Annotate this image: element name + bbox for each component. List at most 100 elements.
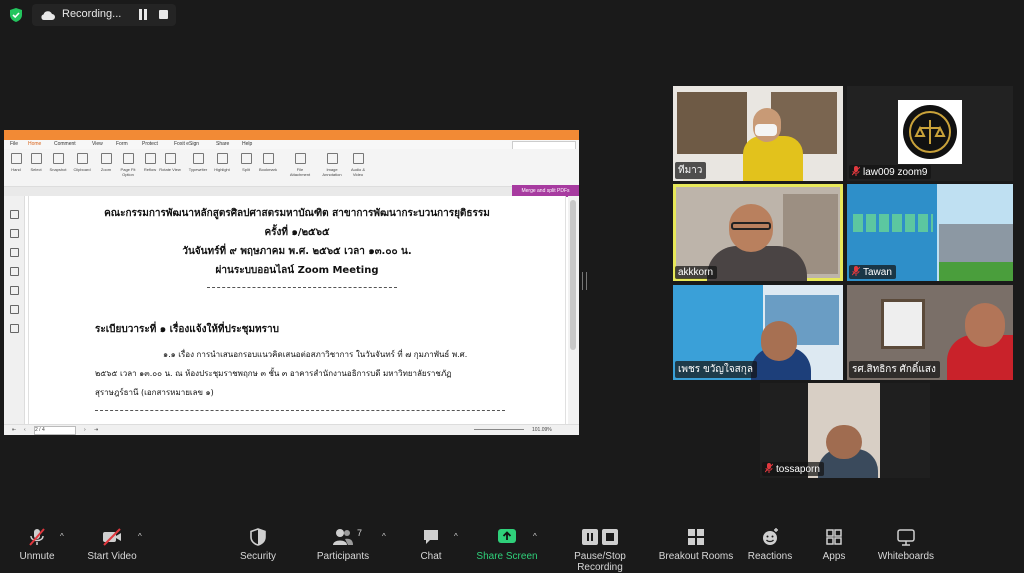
split-view-handle[interactable] bbox=[582, 272, 587, 290]
video-tile-6[interactable]: รศ.สิทธิกร ศักดิ์แสง bbox=[847, 285, 1013, 380]
participants-button[interactable]: Participants bbox=[314, 527, 372, 562]
ribbon-bookmark[interactable]: Bookmark bbox=[256, 153, 280, 172]
pdf-scroll-thumb[interactable] bbox=[570, 200, 576, 350]
chat-options-caret[interactable]: ^ bbox=[454, 532, 458, 541]
page-number-field[interactable]: 2 / 4 bbox=[34, 426, 76, 435]
comments-panel-icon[interactable] bbox=[10, 248, 19, 257]
start-video-button[interactable]: Start Video bbox=[84, 527, 140, 562]
smiley-icon bbox=[763, 528, 778, 545]
participant-head bbox=[761, 321, 797, 361]
shared-screen: File Home Comment View Form Protect Foxi… bbox=[4, 130, 579, 435]
participants-options-caret[interactable]: ^ bbox=[382, 532, 386, 541]
participant-body bbox=[707, 246, 807, 281]
reflow-icon bbox=[144, 153, 156, 164]
menu-item-form[interactable]: Form bbox=[116, 141, 128, 147]
building bbox=[939, 224, 1013, 264]
apps-button[interactable]: Apps bbox=[816, 527, 852, 562]
last-page-icon[interactable]: ⇥ bbox=[94, 427, 98, 433]
ribbon-typewriter[interactable]: Typewriter bbox=[186, 153, 210, 172]
menu-item-view[interactable]: View bbox=[92, 141, 103, 147]
page-fit-icon bbox=[122, 153, 134, 164]
participant-name: tossaporn bbox=[762, 462, 824, 476]
reactions-button[interactable]: Reactions bbox=[746, 527, 794, 562]
video-options-caret[interactable]: ^ bbox=[138, 532, 142, 541]
menu-item-help[interactable]: Help bbox=[242, 141, 252, 147]
video-tile-7[interactable]: tossaporn bbox=[760, 383, 930, 478]
menu-item-home[interactable]: Home bbox=[28, 141, 41, 147]
ribbon-clipboard[interactable]: Clipboard bbox=[70, 153, 94, 172]
hand-icon bbox=[10, 153, 22, 164]
participant-head bbox=[826, 425, 862, 459]
participant-name: รศ.สิทธิกร ศักดิ์แสง bbox=[849, 361, 940, 378]
security-panel-icon[interactable] bbox=[10, 305, 19, 314]
first-page-icon[interactable]: ⇤ bbox=[12, 427, 16, 433]
rotate-icon bbox=[164, 153, 176, 164]
signature-panel-icon[interactable] bbox=[10, 324, 19, 333]
ribbon-snapshot[interactable]: Snapshot bbox=[46, 153, 70, 172]
ribbon-highlight[interactable]: Highlight bbox=[210, 153, 234, 172]
ribbon-page-fit[interactable]: Page Fit Option bbox=[116, 153, 140, 177]
video-off-icon bbox=[103, 528, 121, 546]
image-icon bbox=[326, 153, 338, 164]
attachments-panel-icon[interactable] bbox=[10, 286, 19, 295]
pdf-menu-bar: File Home Comment View Form Protect Foxi… bbox=[4, 140, 579, 149]
menu-item-share[interactable]: Share bbox=[216, 141, 229, 147]
highlight-icon bbox=[216, 153, 228, 164]
muted-mic-icon bbox=[852, 266, 860, 276]
pdf-document-tabs[interactable] bbox=[4, 187, 579, 196]
zoom-slider[interactable] bbox=[474, 429, 524, 430]
doc-title-line2: ครั้งที่ ๑/๒๕๖๕ bbox=[264, 227, 330, 238]
stop-recording-icon[interactable] bbox=[159, 10, 168, 19]
video-tile-3[interactable]: akkkorn bbox=[673, 184, 843, 281]
security-button[interactable]: Security bbox=[234, 527, 282, 562]
participant-name: law009 zoom9 bbox=[849, 165, 932, 179]
menu-item-esign[interactable]: Foxit eSign bbox=[174, 141, 199, 147]
ribbon-audio-video[interactable]: Audio & Video bbox=[346, 153, 370, 177]
select-icon bbox=[30, 153, 42, 164]
pdf-page: คณะกรรมการพัฒนาหลักสูตรศิลปศาสตรมหาบัณฑิ… bbox=[28, 196, 566, 424]
whiteboards-button[interactable]: Whiteboards bbox=[874, 527, 938, 562]
ribbon-zoom[interactable]: Zoom bbox=[94, 153, 118, 172]
participants-count: 7 bbox=[357, 528, 363, 538]
typewriter-icon bbox=[192, 153, 204, 164]
layers-panel-icon[interactable] bbox=[10, 267, 19, 276]
menu-item-comment[interactable]: Comment bbox=[54, 141, 76, 147]
audio-video-icon bbox=[352, 153, 364, 164]
ribbon-select[interactable]: Select bbox=[24, 153, 48, 172]
participant-name: Tawan bbox=[849, 265, 896, 279]
attachment-icon bbox=[294, 153, 306, 164]
prev-page-icon[interactable]: ‹ bbox=[24, 427, 26, 433]
pages-panel-icon[interactable] bbox=[10, 229, 19, 238]
pdf-ribbon: Hand Select Snapshot Clipboard Zoom Page… bbox=[4, 149, 579, 187]
ribbon-rotate-view[interactable]: Rotate View bbox=[158, 153, 182, 172]
video-tile-4[interactable]: Tawan bbox=[847, 184, 1013, 281]
ribbon-file-attachment[interactable]: File Attachment bbox=[288, 153, 312, 177]
glasses bbox=[731, 222, 771, 230]
doc-title-line4: ผ่านระบบออนไลน์ Zoom Meeting bbox=[215, 265, 379, 276]
pause-recording-icon[interactable] bbox=[138, 9, 148, 20]
video-tile-5[interactable]: เพชร ขวัญใจสกุล bbox=[673, 285, 843, 380]
ribbon-split[interactable]: Split bbox=[234, 153, 258, 172]
split-icon bbox=[240, 153, 252, 164]
doc-title-line1: คณะกรรมการพัฒนาหลักสูตรศิลปศาสตรมหาบัณฑิ… bbox=[104, 208, 490, 219]
video-tile-2[interactable]: law009 zoom9 bbox=[847, 86, 1013, 181]
zoom-level[interactable]: 101.09% bbox=[532, 427, 552, 433]
breakout-rooms-button[interactable]: Breakout Rooms bbox=[658, 527, 734, 562]
menu-item-protect[interactable]: Protect bbox=[142, 141, 158, 147]
bookmark-panel-icon[interactable] bbox=[10, 210, 19, 219]
video-tile-1[interactable]: ทีมาว bbox=[673, 86, 843, 181]
unmute-button[interactable]: Unmute bbox=[10, 527, 64, 562]
picture-frame bbox=[881, 299, 925, 349]
next-page-icon[interactable]: › bbox=[84, 427, 86, 433]
menu-item-file[interactable]: File bbox=[10, 141, 18, 147]
audio-options-caret[interactable]: ^ bbox=[60, 532, 64, 541]
share-options-caret[interactable]: ^ bbox=[533, 532, 537, 541]
muted-microphone-icon bbox=[29, 528, 45, 546]
share-screen-button[interactable]: Share Screen bbox=[476, 527, 538, 562]
participants-icon bbox=[333, 529, 353, 545]
pause-stop-recording-button[interactable]: Pause/Stop Recording bbox=[552, 527, 648, 573]
participant-name: akkkorn bbox=[675, 266, 718, 279]
ribbon-image-annotation[interactable]: Image Annotation bbox=[320, 153, 344, 177]
chat-button[interactable]: Chat bbox=[412, 527, 450, 562]
bookshelf bbox=[677, 92, 747, 154]
